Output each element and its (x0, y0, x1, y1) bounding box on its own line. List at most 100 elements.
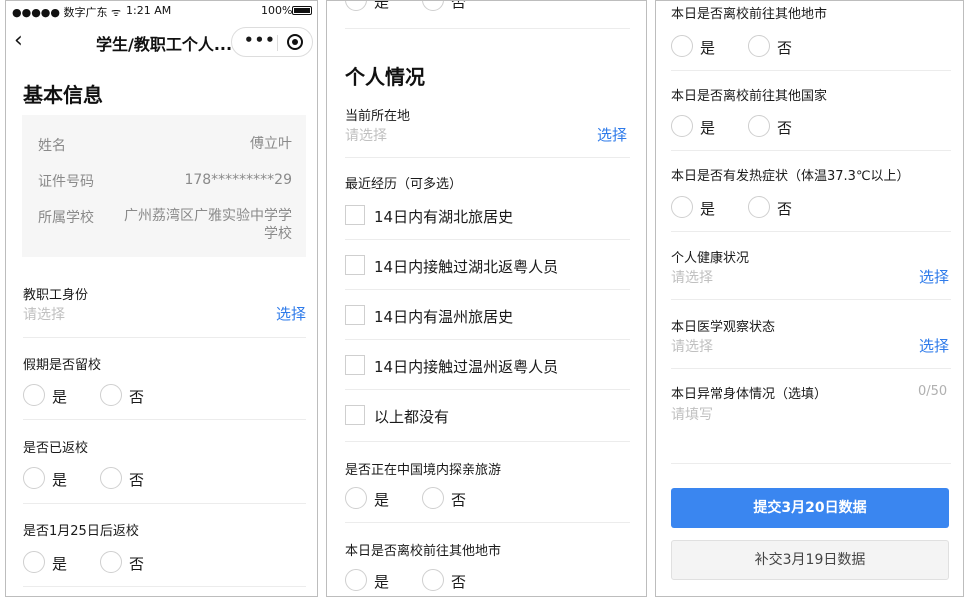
checkbox[interactable] (345, 305, 365, 325)
abnormal-label: 本日异常身体情况（选填） (671, 387, 828, 402)
screen-daily-status: 本日是否离校前往其他地市 是 否 本日是否离校前往其他国家 是 否 本日是否有发… (655, 0, 964, 597)
status-bar: ●●●●● 数字广东 ᯤ 1:21 AM 100% (6, 1, 317, 21)
history-label: 最近经历（可多选） (345, 177, 463, 192)
section-title-personal: 个人情况 (345, 65, 425, 89)
question-label: 本日是否离校前往其他地市 (345, 544, 502, 559)
info-label-school: 所属学校 (38, 210, 94, 226)
radio-no-label: 否 (777, 39, 793, 57)
divider (345, 522, 630, 523)
checkbox-label: 14日内有湖北旅居史 (374, 208, 514, 226)
radio-no[interactable] (422, 487, 444, 509)
screen-personal-situation: 是 否 个人情况 当前所在地 请选择 选择 最近经历（可多选） 14日内有湖北旅… (326, 0, 647, 597)
char-counter: 0/50 (918, 384, 948, 399)
divider (671, 368, 951, 369)
question-label: 是否已返校 (23, 441, 89, 456)
radio-yes-label: 是 (374, 491, 390, 509)
divider (345, 239, 630, 240)
radio-no[interactable] (100, 467, 122, 489)
more-dots-icon[interactable]: ••• (244, 31, 276, 49)
divider (671, 231, 951, 232)
radio-yes[interactable] (345, 487, 367, 509)
medical-label: 本日医学观察状态 (671, 320, 776, 335)
question-label: 本日是否离校前往其他地市 (671, 7, 828, 22)
submit-button[interactable]: 提交3月20日数据 (671, 488, 949, 528)
radio-no-label: 否 (129, 555, 145, 573)
radio-yes-label: 是 (52, 555, 68, 573)
divider (345, 441, 630, 442)
radio-no-label: 否 (451, 573, 467, 591)
identity-placeholder[interactable]: 请选择 (23, 304, 65, 324)
radio-yes-label: 是 (700, 200, 716, 218)
radio-no-label: 否 (129, 388, 145, 406)
mini-program-capsule: ••• (231, 27, 313, 57)
radio-no[interactable] (100, 551, 122, 573)
health-placeholder[interactable]: 请选择 (671, 267, 713, 287)
location-label: 当前所在地 (345, 109, 411, 124)
info-value-id: 178*********29 (184, 172, 292, 188)
screen-basic-info: ●●●●● 数字广东 ᯤ 1:21 AM 100% ‹ 学生/教职工个人... … (5, 0, 318, 597)
health-label: 个人健康状况 (671, 251, 750, 266)
divider (23, 586, 306, 587)
question-label: 是否正在中国境内探亲旅游 (345, 463, 502, 478)
radio-no-label: 否 (451, 491, 467, 509)
close-target-icon[interactable] (287, 34, 303, 50)
question-label: 是否1月25日后返校 (23, 524, 139, 539)
basic-info-card: 姓名 傅立叶 证件号码 178*********29 所属学校 广州荔湾区广雅实… (22, 115, 306, 257)
capsule-divider (277, 35, 278, 51)
medical-select-link[interactable]: 选择 (919, 335, 949, 356)
radio-yes[interactable] (23, 551, 45, 573)
divider (345, 289, 630, 290)
status-time: 1:21 AM (126, 4, 172, 17)
radio-yes[interactable] (671, 196, 693, 218)
checkbox[interactable] (345, 205, 365, 225)
question-label: 本日是否离校前往其他国家 (671, 89, 828, 104)
nav-bar: ‹ 学生/教职工个人... ••• (6, 23, 317, 61)
radio-yes[interactable] (345, 1, 367, 11)
divider (345, 339, 630, 340)
battery-icon (292, 6, 312, 15)
checkbox[interactable] (345, 405, 365, 425)
battery-percent: 100% (261, 4, 293, 17)
radio-yes[interactable] (671, 115, 693, 137)
radio-yes[interactable] (23, 384, 45, 406)
radio-no[interactable] (422, 1, 444, 11)
checkbox-label: 以上都没有 (374, 408, 450, 426)
radio-yes[interactable] (345, 569, 367, 591)
info-label-name: 姓名 (38, 138, 66, 154)
divider (671, 299, 951, 300)
radio-no[interactable] (100, 384, 122, 406)
checkbox-label: 14日内接触过温州返粤人员 (374, 358, 559, 376)
divider (345, 389, 630, 390)
checkbox[interactable] (345, 355, 365, 375)
resubmit-button[interactable]: 补交3月19日数据 (671, 540, 949, 580)
abnormal-textarea[interactable]: 请填写 (671, 404, 713, 424)
checkbox-label: 14日内接触过湖北返粤人员 (374, 258, 559, 276)
identity-select-link[interactable]: 选择 (276, 303, 306, 324)
divider (23, 337, 306, 338)
radio-no[interactable] (748, 35, 770, 57)
radio-no[interactable] (422, 569, 444, 591)
radio-no-label: 否 (777, 200, 793, 218)
radio-yes-label: 是 (700, 119, 716, 137)
radio-yes[interactable] (23, 467, 45, 489)
radio-no[interactable] (748, 196, 770, 218)
page-title: 学生/教职工个人... (96, 35, 233, 54)
radio-yes-label: 是 (52, 388, 68, 406)
info-value-school-line2: 学校 (264, 226, 292, 242)
back-chevron-icon[interactable]: ‹ (14, 27, 23, 55)
radio-no[interactable] (748, 115, 770, 137)
medical-placeholder[interactable]: 请选择 (671, 336, 713, 356)
radio-yes-label: 是 (374, 573, 390, 591)
health-select-link[interactable]: 选择 (919, 266, 949, 287)
location-select-link[interactable]: 选择 (597, 124, 627, 145)
radio-yes-label: 是 (374, 0, 390, 11)
question-label: 假期是否留校 (23, 358, 102, 373)
divider (671, 70, 951, 71)
divider (345, 157, 630, 158)
checkbox[interactable] (345, 255, 365, 275)
location-placeholder[interactable]: 请选择 (345, 125, 387, 145)
radio-yes[interactable] (671, 35, 693, 57)
info-value-school-line1: 广州荔湾区广雅实验中学学 (124, 208, 292, 224)
radio-yes-label: 是 (52, 471, 68, 489)
identity-label: 教职工身份 (23, 288, 89, 303)
